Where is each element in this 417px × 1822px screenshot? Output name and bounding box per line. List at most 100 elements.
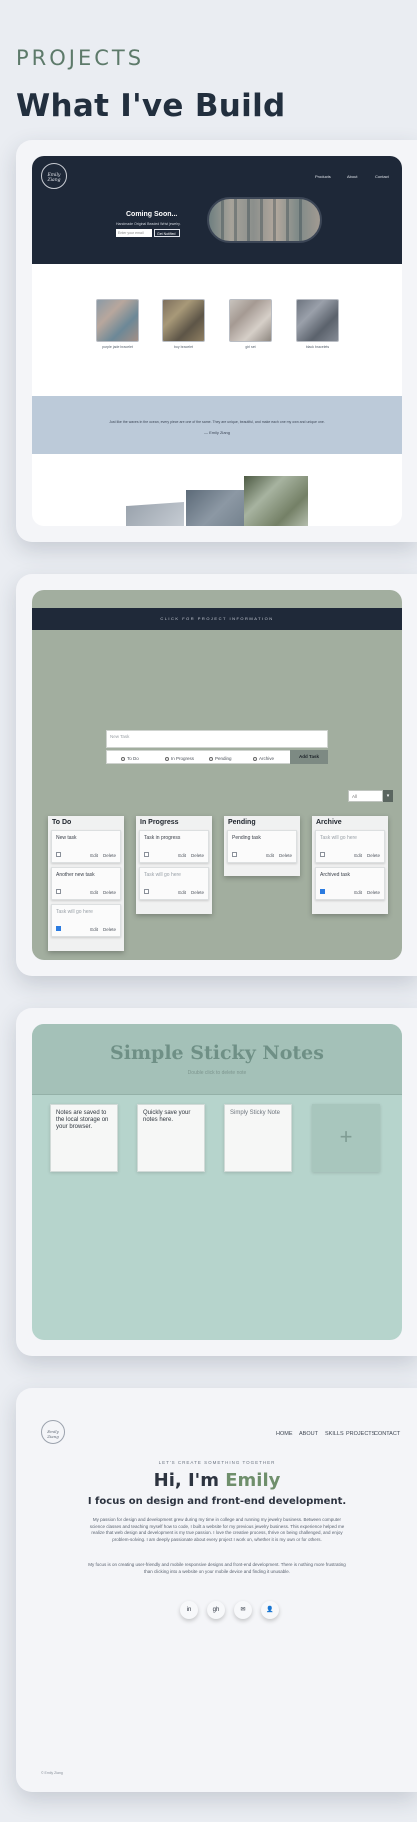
add-note-button[interactable]: + xyxy=(312,1104,380,1172)
brand-logo[interactable]: Emily Ziang xyxy=(41,163,67,189)
edit-button[interactable]: Edit xyxy=(354,853,362,858)
task-card[interactable]: Task will go here Edit Delete xyxy=(51,904,121,937)
hero-kicker: LET'S CREATE SOMETHING TOGETHER xyxy=(158,1460,276,1465)
filter-select[interactable]: All xyxy=(348,790,383,802)
nav-contact[interactable]: CONTACT xyxy=(374,1431,400,1437)
column-title: To Do xyxy=(52,819,72,826)
logo-text: Emily Ziang xyxy=(47,173,61,183)
status-radio-group[interactable]: To Do In Progress Pending Archive xyxy=(106,750,292,764)
task-checkbox[interactable] xyxy=(320,852,325,857)
edit-button[interactable]: Edit xyxy=(90,890,98,895)
project-card-portfolio[interactable]: Emily Ziang HOME ABOUT SKILLS PROJECTS C… xyxy=(16,1388,417,1792)
bracelet-photo-4[interactable] xyxy=(296,299,339,342)
radio-todo[interactable]: To Do xyxy=(121,756,139,761)
task-checkbox[interactable] xyxy=(56,852,61,857)
task-text: Pending task xyxy=(232,835,261,841)
task-checkbox[interactable] xyxy=(56,926,61,931)
filter-value: All xyxy=(352,794,358,799)
delete-button[interactable]: Delete xyxy=(103,853,116,858)
task-card[interactable]: Task will go here Edit Delete xyxy=(139,867,209,900)
project-card-kanban[interactable]: CLICK FOR PROJECT INFORMATION New Task T… xyxy=(16,574,417,976)
linkedin-icon[interactable]: in xyxy=(180,1601,198,1619)
task-input[interactable]: New Task xyxy=(106,730,328,748)
notify-button[interactable]: Get Notified xyxy=(154,229,180,237)
profile-icon[interactable]: 👤 xyxy=(261,1601,279,1619)
nav-skills[interactable]: SKILLS xyxy=(325,1431,344,1437)
hero-heading: Coming Soon... xyxy=(126,211,178,218)
quote-author: — Emily Ziang xyxy=(203,430,230,435)
radio-label: Pending xyxy=(215,756,232,761)
edit-button[interactable]: Edit xyxy=(266,853,274,858)
task-text: Another new task xyxy=(56,872,95,878)
task-card[interactable]: New task Edit Delete xyxy=(51,830,121,863)
edit-button[interactable]: Edit xyxy=(354,890,362,895)
email-icon[interactable]: ✉ xyxy=(234,1601,252,1619)
delete-button[interactable]: Delete xyxy=(191,890,204,895)
project-screenshot-kanban[interactable]: CLICK FOR PROJECT INFORMATION New Task T… xyxy=(32,590,402,960)
column-title: In Progress xyxy=(140,819,179,826)
delete-button[interactable]: Delete xyxy=(367,853,380,858)
task-checkbox[interactable] xyxy=(232,852,237,857)
nav-projects[interactable]: PROJECTS xyxy=(346,1431,375,1437)
bracelet-photo-2[interactable] xyxy=(162,299,205,342)
column-todo: To Do New task Edit Delete Another new tas… xyxy=(48,816,124,951)
edit-button[interactable]: Edit xyxy=(90,927,98,932)
task-card[interactable]: Task in progress Edit Delete xyxy=(139,830,209,863)
sticky-note[interactable]: Simply Sticky Note xyxy=(224,1104,292,1172)
footer-text: © Emily Ziang xyxy=(41,1771,63,1775)
task-text: New task xyxy=(56,835,77,841)
project-card-jewelry[interactable]: Emily Ziang Products About Contact Comin… xyxy=(16,140,417,542)
email-input[interactable]: Enter your email xyxy=(116,229,152,237)
column-title: Pending xyxy=(228,819,256,826)
gallery-photo xyxy=(186,490,246,526)
nav-about[interactable]: ABOUT xyxy=(299,1431,318,1437)
nav-home[interactable]: HOME xyxy=(276,1431,293,1437)
add-task-button[interactable]: Add Task xyxy=(290,750,328,764)
task-text: Task will go here xyxy=(320,835,357,841)
edit-button[interactable]: Edit xyxy=(178,853,186,858)
delete-button[interactable]: Delete xyxy=(367,890,380,895)
project-screenshot-sticky-notes[interactable]: Simple Sticky Notes Double click to dele… xyxy=(32,1024,402,1340)
nav-about[interactable]: About xyxy=(347,174,357,179)
github-icon[interactable]: gh xyxy=(207,1601,225,1619)
radio-in-progress[interactable]: In Progress xyxy=(165,756,194,761)
project-screenshot-portfolio[interactable]: Emily Ziang HOME ABOUT SKILLS PROJECTS C… xyxy=(32,1388,402,1792)
bracelet-photo-3[interactable] xyxy=(229,299,272,342)
task-checkbox[interactable] xyxy=(320,889,325,894)
hero-subheading: Handmade Original Beaded Wrist jewelry. xyxy=(116,222,181,226)
brand-logo[interactable]: Emily Ziang xyxy=(41,1420,65,1444)
task-checkbox[interactable] xyxy=(56,889,61,894)
edit-button[interactable]: Edit xyxy=(178,890,186,895)
sticky-note[interactable]: Quickly save your notes here. xyxy=(137,1104,205,1172)
edit-button[interactable]: Edit xyxy=(90,853,98,858)
nav-products[interactable]: Products xyxy=(315,174,331,179)
task-checkbox[interactable] xyxy=(144,852,149,857)
bracelet-photo-1[interactable] xyxy=(96,299,139,342)
task-card[interactable]: Archived task Edit Delete xyxy=(315,867,385,900)
task-text: Task in progress xyxy=(144,835,181,841)
radio-archive[interactable]: Archive xyxy=(253,756,274,761)
delete-button[interactable]: Delete xyxy=(279,853,292,858)
radio-pending[interactable]: Pending xyxy=(209,756,232,761)
task-checkbox[interactable] xyxy=(144,889,149,894)
project-screenshot-jewelry[interactable]: Emily Ziang Products About Contact Comin… xyxy=(32,156,402,526)
sticky-note[interactable]: Notes are saved to the local storage on … xyxy=(50,1104,118,1172)
chevron-down-icon[interactable]: ▾ xyxy=(383,790,393,802)
delete-button[interactable]: Delete xyxy=(103,927,116,932)
column-title: Archive xyxy=(316,819,342,826)
task-card[interactable]: Another new task Edit Delete xyxy=(51,867,121,900)
quote-band: Just like the waves in the ocean, every … xyxy=(32,396,402,454)
hero-headline: I focus on design and front-end developm… xyxy=(87,1496,347,1507)
nav-contact[interactable]: Contact xyxy=(375,174,389,179)
task-text: Task will go here xyxy=(56,909,93,915)
task-card[interactable]: Task will go here Edit Delete xyxy=(315,830,385,863)
section-kicker: PROJECTS xyxy=(16,46,145,70)
delete-button[interactable]: Delete xyxy=(191,853,204,858)
notes-subtitle: Double click to delete note xyxy=(187,1070,247,1076)
task-card[interactable]: Pending task Edit Delete xyxy=(227,830,297,863)
delete-button[interactable]: Delete xyxy=(103,890,116,895)
project-card-sticky-notes[interactable]: Simple Sticky Notes Double click to dele… xyxy=(16,1008,417,1356)
project-info-banner[interactable]: CLICK FOR PROJECT INFORMATION xyxy=(32,608,402,630)
logo-text: Emily Ziang xyxy=(47,1429,59,1439)
notes-title: Simple Sticky Notes xyxy=(110,1042,324,1064)
